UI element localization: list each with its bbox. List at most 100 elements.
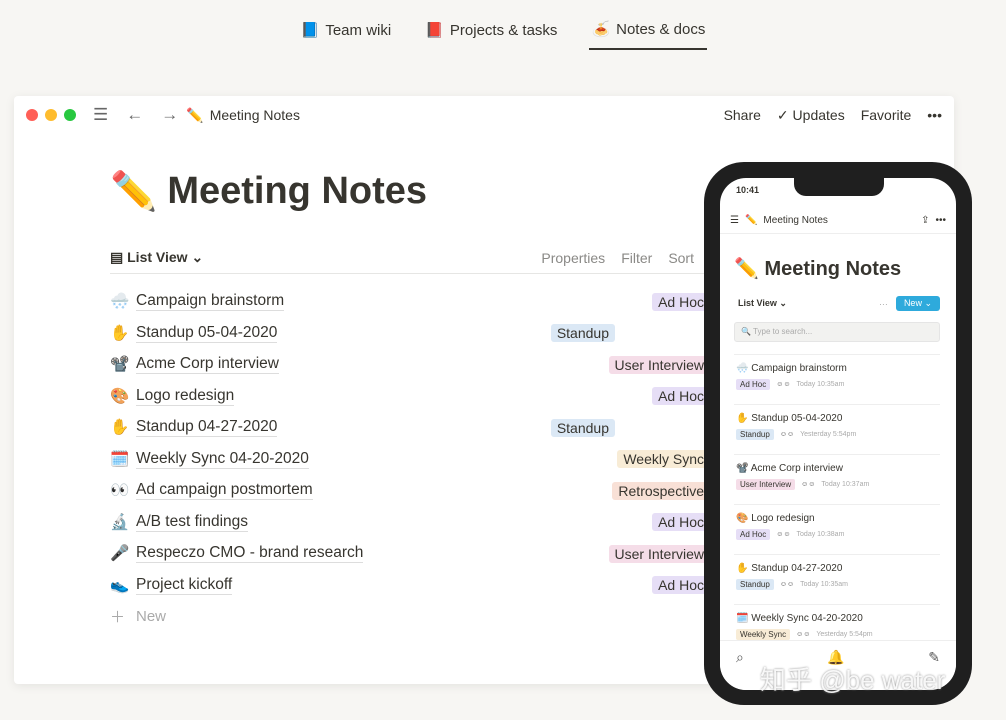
phone-search-input[interactable]: 🔍 Type to search... bbox=[734, 322, 940, 342]
list-item[interactable]: 🌨️ Campaign brainstorm Ad Hoc bbox=[110, 286, 710, 318]
title-bar: ☰ ← → ✏️ Meeting Notes Share ✓ Updates F… bbox=[14, 96, 954, 134]
row-title[interactable]: Acme Corp interview bbox=[136, 355, 279, 375]
tag-badge: Ad Hoc bbox=[652, 387, 710, 406]
close-button[interactable] bbox=[26, 109, 38, 121]
page-title: ✏️ Meeting Notes bbox=[110, 170, 427, 214]
tab-label: Notes & docs bbox=[616, 20, 706, 38]
row-title[interactable]: Project kickoff bbox=[136, 576, 233, 595]
row-icon: ✋ bbox=[110, 324, 130, 342]
phone-breadcrumb[interactable]: Meeting Notes bbox=[763, 215, 827, 226]
phone-more-button[interactable]: ··· bbox=[879, 299, 888, 309]
phone-list-item[interactable]: ✋ Standup 05-04-2020 Standup ☺☺ Yesterday 5… bbox=[734, 404, 940, 454]
list-item[interactable]: 🎨 Logo redesign Ad Hoc bbox=[110, 381, 710, 413]
item-meta: Standup ☺☺ Today 10:35am bbox=[736, 579, 940, 590]
favorite-button[interactable]: Favorite bbox=[861, 107, 912, 123]
avatars-icon: ☺☺ bbox=[801, 481, 816, 488]
more-icon[interactable]: ••• bbox=[935, 215, 946, 226]
row-title[interactable]: Standup 05-04-2020 bbox=[136, 324, 278, 343]
updates-label: Updates bbox=[792, 106, 845, 123]
list-view-dropdown[interactable]: ▤ List View ⌄ bbox=[110, 249, 203, 266]
item-title: Acme Corp interview bbox=[750, 463, 843, 474]
item-title: Standup 04-27-2020 bbox=[751, 563, 843, 574]
phone-item-title: 🎨 Logo redesign bbox=[736, 513, 940, 524]
menu-icon[interactable]: ☰ bbox=[730, 215, 739, 226]
list-item[interactable]: 🎤 Respeczo CMO - brand research User Inter… bbox=[110, 538, 710, 570]
properties-button[interactable]: Properties bbox=[541, 250, 605, 266]
item-time: Yesterday 5:54pm bbox=[816, 631, 873, 638]
phone-list-item[interactable]: 🌨️ Campaign brainstorm Ad Hoc ☺☺ Today 10:3… bbox=[734, 354, 940, 404]
plus-icon: ＋ bbox=[110, 609, 126, 627]
tab-1[interactable]: 📕 Projects & tasks bbox=[423, 18, 559, 50]
row-title[interactable]: Ad campaign postmortem bbox=[136, 481, 313, 501]
item-meta: Ad Hoc ☺☺ Today 10:35am bbox=[736, 379, 940, 390]
phone-new-button[interactable]: New ⌄ bbox=[895, 296, 940, 311]
breadcrumb[interactable]: Meeting Notes bbox=[210, 107, 300, 123]
list-item[interactable]: ✋ Standup 05-04-2020 Standup bbox=[110, 318, 710, 350]
row-title[interactable]: Campaign brainstorm bbox=[136, 292, 285, 312]
list-item[interactable]: 👟 Project kickoff Ad Hoc bbox=[110, 570, 710, 602]
row-icon: 🌨️ bbox=[110, 293, 130, 311]
list-item[interactable]: ✋ Standup 04-27-2020 Standup bbox=[110, 412, 710, 444]
forward-arrow-icon[interactable]: → bbox=[161, 105, 178, 125]
list-item[interactable]: 🔬 A/B test findings Ad Hoc bbox=[110, 507, 710, 539]
list-item[interactable]: 🗓️ Weekly Sync 04-20-2020 Weekly Sync bbox=[110, 444, 710, 476]
row-title[interactable]: A/B test findings bbox=[136, 513, 249, 532]
phone-list-item[interactable]: ✋ Standup 04-27-2020 Standup ☺☺ Today 10:35… bbox=[734, 554, 940, 604]
filter-button[interactable]: Filter bbox=[621, 250, 652, 266]
phone-title-text: Meeting Notes bbox=[764, 258, 902, 280]
item-icon: ✋ bbox=[736, 413, 749, 424]
list-item[interactable]: 👀 Ad campaign postmortem Retrospective bbox=[110, 475, 710, 507]
share-icon[interactable]: ⇪ bbox=[921, 215, 929, 226]
row-icon: 👀 bbox=[110, 482, 130, 500]
item-title: Campaign brainstorm bbox=[751, 363, 847, 374]
minimize-button[interactable] bbox=[45, 109, 57, 121]
avatars-icon: ☺☺ bbox=[796, 631, 811, 638]
row-title[interactable]: Logo redesign bbox=[136, 387, 235, 406]
maximize-button[interactable] bbox=[64, 109, 76, 121]
updates-button[interactable]: ✓ Updates bbox=[777, 107, 845, 124]
sort-button[interactable]: Sort bbox=[668, 250, 694, 266]
item-title: Logo redesign bbox=[751, 513, 815, 524]
new-row-button[interactable]: ＋ New bbox=[110, 601, 710, 633]
item-icon: ✋ bbox=[736, 563, 749, 574]
tab-icon: 🍝 bbox=[591, 21, 611, 38]
tag-badge: Ad Hoc bbox=[736, 379, 771, 390]
tag-badge: Standup bbox=[550, 324, 615, 343]
item-icon: 🗓️ bbox=[736, 613, 749, 624]
row-icon: 🔬 bbox=[110, 513, 130, 531]
phone-list-view-dropdown[interactable]: List View ⌄ bbox=[738, 298, 787, 309]
pencil-icon: ✏️ bbox=[744, 215, 758, 226]
watermark: 知乎 @be water bbox=[760, 665, 946, 695]
tag-badge: Ad Hoc bbox=[736, 529, 771, 540]
phone-list-item[interactable]: 📽️ Acme Corp interview User Interview ☺☺ To… bbox=[734, 454, 940, 504]
search-icon[interactable]: ⌕ bbox=[736, 649, 744, 682]
item-time: Today 10:37am bbox=[821, 481, 870, 488]
tab-0[interactable]: 📘 Team wiki bbox=[299, 18, 394, 50]
item-title: Standup 05-04-2020 bbox=[751, 413, 843, 424]
row-title[interactable]: Standup 04-27-2020 bbox=[136, 418, 278, 438]
item-time: Today 10:35am bbox=[796, 381, 845, 388]
phone-item-title: 📽️ Acme Corp interview bbox=[736, 463, 940, 474]
list-item[interactable]: 📽️ Acme Corp interview User Interview bbox=[110, 349, 710, 381]
row-icon: ✋ bbox=[110, 419, 130, 437]
tag-badge: Standup bbox=[736, 579, 774, 590]
row-title[interactable]: Respeczo CMO - brand research bbox=[136, 544, 364, 564]
tab-icon: 📘 bbox=[300, 22, 320, 39]
tab-2[interactable]: 🍝 Notes & docs bbox=[589, 18, 708, 50]
phone-view-bar: List View ⌄ ··· New ⌄ bbox=[738, 296, 940, 311]
tab-label: Projects & tasks bbox=[449, 21, 558, 39]
new-label: New bbox=[136, 608, 167, 626]
more-icon[interactable]: ••• bbox=[927, 107, 942, 123]
avatars-icon: ☺☺ bbox=[776, 381, 791, 388]
share-button[interactable]: Share bbox=[724, 107, 761, 123]
tag-badge: Ad Hoc bbox=[652, 576, 710, 595]
item-meta: User Interview ☺☺ Today 10:37am bbox=[736, 479, 940, 490]
phone-list-item[interactable]: 🎨 Logo redesign Ad Hoc ☺☺ Today 10:38am bbox=[734, 504, 940, 554]
tag-badge: Ad Hoc bbox=[652, 513, 710, 532]
menu-icon[interactable]: ☰ bbox=[93, 105, 108, 125]
row-title[interactable]: Weekly Sync 04-20-2020 bbox=[136, 450, 309, 469]
row-icon: 🗓️ bbox=[110, 450, 130, 468]
back-arrow-icon[interactable]: ← bbox=[126, 105, 143, 125]
phone-list: 🌨️ Campaign brainstorm Ad Hoc ☺☺ Today 10:3… bbox=[734, 354, 940, 654]
tab-label: Team wiki bbox=[325, 21, 392, 39]
